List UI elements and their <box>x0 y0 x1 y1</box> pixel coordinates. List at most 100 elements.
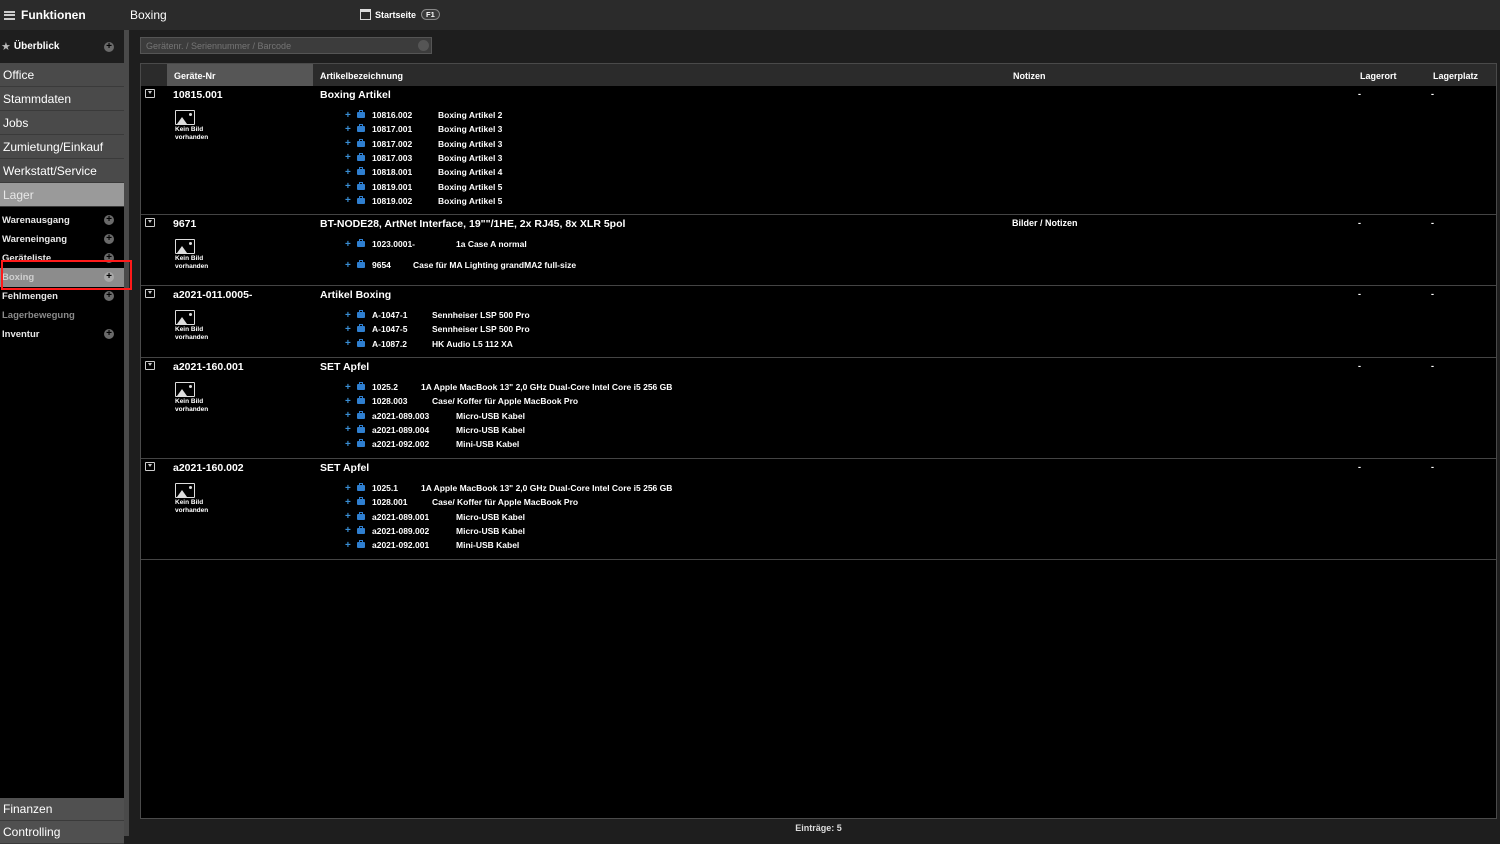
list-item[interactable]: + a2021-089.003 Micro-USB Kabel <box>345 409 525 423</box>
table-row[interactable]: 10815.001 Boxing Artikel - - Kein Bild vorhan… <box>141 86 1496 215</box>
list-item[interactable]: +10817.002 Boxing Artikel 3 <box>345 137 502 151</box>
collapse-toggle-icon[interactable] <box>145 289 155 298</box>
child-device-nr[interactable]: A-1087.2 <box>372 339 432 349</box>
expand-plus-icon[interactable]: + <box>345 195 354 206</box>
child-device-nr[interactable]: a2021-089.002 <box>372 526 456 536</box>
table-row[interactable]: a2021-160.001 SET Apfel - - Kein Bild vorhand… <box>141 358 1496 459</box>
home-tab[interactable]: Startseite F1 <box>360 6 440 23</box>
expand-plus-icon[interactable]: + <box>345 424 354 435</box>
expand-plus-icon[interactable]: + <box>345 439 354 450</box>
child-device-nr[interactable]: A-1047-5 <box>372 324 432 334</box>
child-device-nr[interactable]: 10817.003 <box>372 153 438 163</box>
add-icon[interactable]: + <box>104 215 114 225</box>
sidebar-item-overview[interactable]: ★ Überblick + <box>0 30 124 63</box>
list-item[interactable]: +10817.003 Boxing Artikel 3 <box>345 151 502 165</box>
expand-plus-icon[interactable]: + <box>345 167 354 178</box>
child-device-nr[interactable]: 1025.1 <box>372 483 421 493</box>
child-device-nr[interactable]: a2021-092.001 <box>372 540 456 550</box>
expand-plus-icon[interactable]: + <box>345 260 354 271</box>
expand-plus-icon[interactable]: + <box>345 181 354 192</box>
table-row[interactable]: a2021-160.002 SET Apfel - - Kein Bild vorhand… <box>141 459 1496 560</box>
expand-plus-icon[interactable]: + <box>345 239 354 250</box>
child-device-nr[interactable]: a2021-092.002 <box>372 439 456 449</box>
sidebar-category-werkstatt[interactable]: Werkstatt/Service <box>0 159 124 183</box>
child-device-nr[interactable]: A-1047-1 <box>372 310 432 320</box>
child-device-nr[interactable]: 1025.2 <box>372 382 421 392</box>
child-device-nr[interactable]: a2021-089.001 <box>372 512 456 522</box>
search-icon[interactable] <box>418 40 429 51</box>
expand-plus-icon[interactable]: + <box>345 310 354 321</box>
child-device-nr[interactable]: 1023.0001- <box>372 239 456 249</box>
list-item[interactable]: + a2021-089.001 Micro-USB Kabel <box>345 510 525 524</box>
child-device-nr[interactable]: 1028.001 <box>372 497 432 507</box>
child-device-nr[interactable]: 1028.003 <box>372 396 432 406</box>
expand-plus-icon[interactable]: + <box>345 410 354 421</box>
sidebar-category-stammdaten[interactable]: Stammdaten <box>0 87 124 111</box>
add-icon[interactable]: + <box>104 41 114 52</box>
expand-plus-icon[interactable]: + <box>345 540 354 551</box>
expand-plus-icon[interactable]: + <box>345 110 354 121</box>
child-device-nr[interactable]: a2021-089.004 <box>372 425 456 435</box>
sidebar-category-lager[interactable]: Lager <box>0 183 124 207</box>
sidebar-item-lagerbewegung[interactable]: Lagerbewegung <box>0 306 124 325</box>
table-row[interactable]: 9671 BT-NODE28, ArtNet Interface, 19""/1H… <box>141 215 1496 286</box>
list-item[interactable]: + A-1087.2 HK Audio L5 112 XA <box>345 337 513 351</box>
search-input[interactable] <box>140 37 432 54</box>
list-item[interactable]: +9654 Case für MA Lighting grandMA2 full-… <box>345 258 576 272</box>
sidebar-category-controlling[interactable]: Controlling <box>0 821 124 844</box>
expand-plus-icon[interactable]: + <box>345 324 354 335</box>
child-device-nr[interactable]: 9654 <box>372 260 413 270</box>
list-item[interactable]: +10819.002 Boxing Artikel 5 <box>345 194 502 208</box>
expand-plus-icon[interactable]: + <box>345 138 354 149</box>
list-item[interactable]: + A-1047-1 Sennheiser LSP 500 Pro <box>345 308 530 322</box>
add-icon[interactable]: + <box>104 329 114 339</box>
expand-plus-icon[interactable]: + <box>345 124 354 135</box>
list-item[interactable]: +10816.002 Boxing Artikel 2 <box>345 108 502 122</box>
column-header-lagerplatz[interactable]: Lagerplatz <box>1433 64 1478 86</box>
group-device-nr[interactable]: a2021-160.002 <box>173 462 244 474</box>
list-item[interactable]: +1023.0001- 1a Case A normal <box>345 237 527 251</box>
list-item[interactable]: + A-1047-5 Sennheiser LSP 500 Pro <box>345 322 530 336</box>
child-device-nr[interactable]: 10816.002 <box>372 110 438 120</box>
add-icon[interactable]: + <box>104 291 114 301</box>
sidebar-item-wareneingang[interactable]: Wareneingang + <box>0 230 124 249</box>
collapse-toggle-icon[interactable] <box>145 361 155 370</box>
collapse-toggle-icon[interactable] <box>145 218 155 227</box>
child-device-nr[interactable]: 10819.001 <box>372 182 438 192</box>
functions-header[interactable]: Funktionen <box>0 0 124 30</box>
list-item[interactable]: +10817.001 Boxing Artikel 3 <box>345 122 502 136</box>
group-device-nr[interactable]: a2021-011.0005- <box>173 289 252 301</box>
list-item[interactable]: + a2021-089.004 Micro-USB Kabel <box>345 423 525 437</box>
expand-plus-icon[interactable]: + <box>345 483 354 494</box>
expand-plus-icon[interactable]: + <box>345 497 354 508</box>
group-device-nr[interactable]: a2021-160.001 <box>173 361 244 373</box>
menu-icon[interactable] <box>4 10 15 20</box>
list-item[interactable]: +1028.001 Case/ Koffer für Apple MacBook … <box>345 495 578 509</box>
child-device-nr[interactable]: 10817.001 <box>372 124 438 134</box>
sidebar-category-zumietung[interactable]: Zumietung/Einkauf <box>0 135 124 159</box>
expand-plus-icon[interactable]: + <box>345 396 354 407</box>
collapse-toggle-icon[interactable] <box>145 462 155 471</box>
list-item[interactable]: + a2021-092.002 Mini-USB Kabel <box>345 437 519 451</box>
child-device-nr[interactable]: 10818.001 <box>372 167 438 177</box>
child-device-nr[interactable]: a2021-089.003 <box>372 411 456 421</box>
expand-plus-icon[interactable]: + <box>345 511 354 522</box>
expand-plus-icon[interactable]: + <box>345 382 354 393</box>
sidebar-scrollbar[interactable] <box>124 30 129 836</box>
group-device-nr[interactable]: 9671 <box>173 218 196 230</box>
list-item[interactable]: +10818.001 Boxing Artikel 4 <box>345 165 502 179</box>
table-row[interactable]: a2021-011.0005- Artikel Boxing - - Kein Bild… <box>141 286 1496 358</box>
group-notes[interactable]: Bilder / Notizen <box>1012 218 1078 228</box>
sidebar-category-office[interactable]: Office <box>0 63 124 87</box>
column-header-notizen[interactable]: Notizen <box>1013 64 1046 86</box>
column-header-geraete-nr[interactable]: Geräte-Nr <box>167 64 313 86</box>
expand-plus-icon[interactable]: + <box>345 152 354 163</box>
group-device-nr[interactable]: 10815.001 <box>173 89 223 101</box>
child-device-nr[interactable]: 10819.002 <box>372 196 438 206</box>
column-header-artikel[interactable]: Artikelbezeichnung <box>320 64 403 86</box>
sidebar-category-jobs[interactable]: Jobs <box>0 111 124 135</box>
list-item[interactable]: +10819.001 Boxing Artikel 5 <box>345 180 502 194</box>
list-item[interactable]: +1028.003 Case/ Koffer für Apple MacBook … <box>345 394 578 408</box>
list-item[interactable]: +1025.2 1A Apple MacBook 13" 2,0 GHz Dual… <box>345 380 672 394</box>
sidebar-item-warenausgang[interactable]: Warenausgang + <box>0 211 124 230</box>
